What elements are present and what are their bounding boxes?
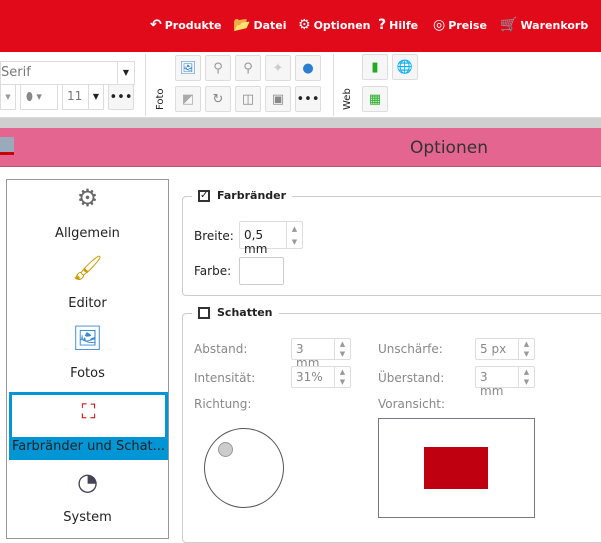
more-text-button[interactable]: ••• (108, 84, 134, 110)
borders-checkbox[interactable]: ✓ (198, 189, 210, 202)
add-photo-icon[interactable]: 🖼 (175, 55, 201, 81)
preview-rectangle (424, 447, 488, 489)
border-shadow-icon: ⛶ (81, 399, 96, 423)
font-size-select[interactable]: 11 ▼ (62, 84, 104, 110)
borders-header: ✓ Farbränder (192, 189, 293, 202)
coins-icon: ◎ (433, 17, 446, 33)
toolbar: Serif ▼ ▼ ⬮ ▾ 11 ▼ ••• Foto 🖼 ⚲ ⚲ ✦ ● ◩ … (0, 52, 601, 118)
divider (145, 54, 146, 116)
add-globe-icon[interactable]: 🌐 (392, 54, 418, 80)
app-icon (0, 137, 14, 155)
brush-icon: 🖌 (72, 254, 103, 282)
zoom-in-icon[interactable]: ⚲ (235, 55, 261, 81)
add-grid-icon[interactable]: ▦ (362, 86, 388, 112)
gear-icon: ⚙ (298, 17, 311, 33)
split-icon[interactable]: ◫ (235, 86, 261, 112)
crop-icon[interactable]: ◩ (175, 86, 201, 112)
help-icon: ? (378, 17, 387, 33)
more-photo-button[interactable]: ••• (295, 86, 321, 112)
direction-dial[interactable] (204, 428, 284, 508)
font-family-select[interactable]: Serif ▼ (0, 61, 135, 85)
divider (333, 54, 334, 116)
sidebar-item-system[interactable]: ◔ System (9, 464, 166, 532)
zoom-out-icon[interactable]: ⚲ (205, 55, 231, 81)
border-width-stepper[interactable]: 0,5 mm ▲ ▼ (239, 221, 303, 256)
web-element-icon[interactable]: ▮ (362, 54, 388, 80)
dropdown-button[interactable]: ▼ (0, 84, 16, 110)
menu-preise[interactable]: ◎ Preise (433, 17, 487, 33)
system-icon: ◔ (77, 468, 98, 496)
overhang-stepper[interactable]: 3 mm ▲ ▼ (475, 366, 535, 398)
folder-icon: 📂 (233, 17, 251, 33)
separator-strip (0, 118, 601, 128)
options-sidebar: ⚙ Allgemein 🖌 Editor 🖼 Fotos ⛶ Farbränder un… (6, 179, 169, 539)
photo-icon: 🖼 (72, 324, 103, 352)
arrow-icon: ↶ (150, 17, 162, 33)
frame-icon[interactable]: ▣ (265, 86, 291, 112)
shadow-header: Schatten (192, 306, 279, 319)
border-color-picker[interactable] (239, 257, 284, 285)
menu-datei[interactable]: 📂 Datei (233, 17, 286, 33)
rotate-icon[interactable]: ↻ (205, 86, 231, 112)
shadow-preview (378, 418, 535, 518)
menu-optionen[interactable]: ⚙ Optionen (298, 17, 371, 33)
intensity-stepper[interactable]: 31% ▲ ▼ (291, 366, 351, 388)
top-menu-bar: ↶ Produkte 📂 Datei ⚙ Optionen ? Hilfe ◎ Preis… (0, 0, 601, 52)
chevron-down-icon: ▼ (88, 85, 103, 109)
menu-hilfe[interactable]: ? Hilfe (378, 17, 418, 33)
sidebar-item-fotos[interactable]: 🖼 Fotos (9, 320, 166, 388)
effects-icon[interactable]: ✦ (265, 55, 291, 81)
gear-icon: ⚙ (76, 184, 99, 212)
distance-stepper[interactable]: 3 mm ▲ ▼ (291, 338, 351, 370)
sidebar-item-allgemein[interactable]: ⚙ Allgemein (9, 180, 166, 248)
menu-warenkorb[interactable]: 🛒 Warenkorb (500, 17, 588, 33)
menu-produkte[interactable]: ↶ Produkte (150, 17, 222, 33)
shadow-checkbox[interactable] (198, 306, 210, 319)
sidebar-item-editor[interactable]: 🖌 Editor (9, 250, 166, 318)
cart-icon: 🛒 (500, 17, 518, 33)
sidebar-item-farbraender[interactable]: ⛶ Farbränder und Schat... (9, 392, 168, 460)
fill-color-button[interactable]: ⬮ ▾ (20, 84, 58, 110)
blur-stepper[interactable]: 5 px ▲ ▼ (475, 338, 535, 360)
dialog-title: Optionen (410, 138, 488, 158)
chevron-down-icon: ▼ (117, 62, 134, 84)
sleep-icon[interactable]: ● (295, 55, 321, 81)
dialog-title-bar: Optionen (0, 128, 601, 167)
direction-handle[interactable] (218, 442, 233, 457)
